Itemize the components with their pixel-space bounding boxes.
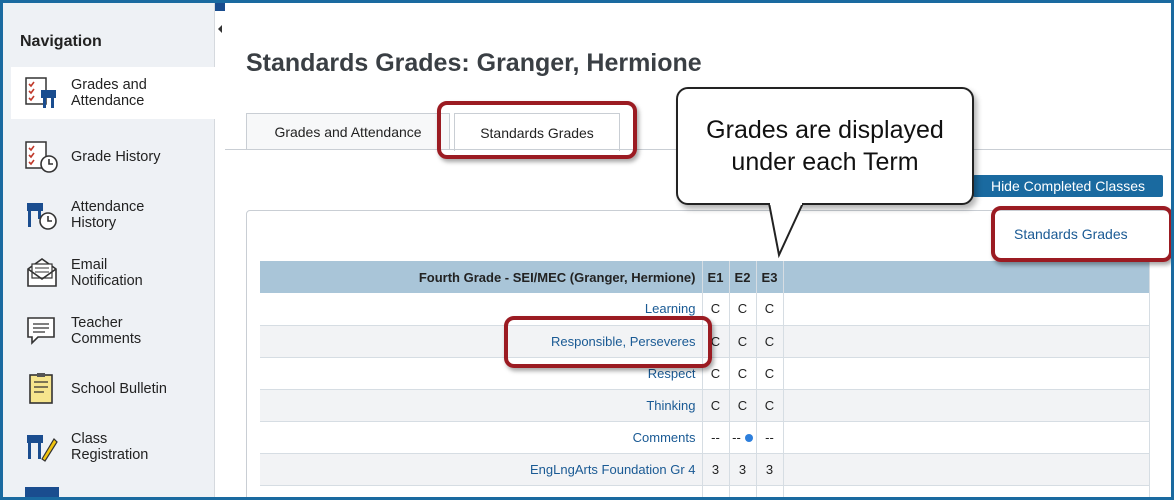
row-filler xyxy=(783,293,1150,326)
table-row: EngLngArts Foundation Gr 4 3 3 3 xyxy=(260,453,1150,486)
grade-cell: 3 xyxy=(756,453,784,486)
table-row xyxy=(260,485,1150,497)
grade-cell-text: -- xyxy=(732,429,741,445)
standard-link[interactable]: Learning xyxy=(645,301,696,316)
row-filler xyxy=(783,485,1150,497)
grade-cell: 3 xyxy=(729,453,757,486)
grades-attendance-icon xyxy=(23,74,61,112)
bulletin-icon xyxy=(23,370,61,408)
standard-link[interactable]: EngLngArts Foundation Gr 4 xyxy=(530,462,696,477)
sidebar-item-label: Attendance History xyxy=(71,199,145,231)
class-header: Fourth Grade - SEI/MEC (Granger, Hermion… xyxy=(260,261,703,293)
hide-completed-classes-button[interactable]: Hide Completed Classes xyxy=(973,175,1163,197)
row-filler xyxy=(783,325,1150,358)
comment-dot-icon[interactable] xyxy=(744,434,753,443)
grade-cell: C xyxy=(756,325,784,358)
term-header-e3: E3 xyxy=(756,261,784,293)
sidebar-item-teacher-comments[interactable]: Teacher Comments xyxy=(11,305,215,357)
grade-history-icon xyxy=(23,138,61,176)
grade-cell xyxy=(729,485,757,497)
grade-cell: C xyxy=(756,293,784,326)
header-filler xyxy=(783,261,1150,293)
comments-icon xyxy=(23,312,61,350)
sidebar-item-label: Grade History xyxy=(71,149,161,165)
grade-cell: C xyxy=(756,357,784,390)
grade-cell: -- xyxy=(702,421,730,454)
sidebar-item-class-registration[interactable]: Class Registration xyxy=(11,421,215,473)
tab-grades-attendance[interactable]: Grades and Attendance xyxy=(246,113,450,150)
collapse-sidebar-toggle[interactable] xyxy=(215,3,225,43)
highlight-responsible-row xyxy=(504,316,712,368)
highlight-standards-link xyxy=(991,206,1171,262)
grade-cell: C xyxy=(756,389,784,422)
grade-cell: -- xyxy=(756,421,784,454)
row-filler xyxy=(783,389,1150,422)
grade-cell: C xyxy=(729,293,757,326)
standards-grades-table: Fourth Grade - SEI/MEC (Granger, Hermion… xyxy=(260,261,1150,497)
grade-cell: 3 xyxy=(702,453,730,486)
sidebar-item-school-bulletin[interactable]: School Bulletin xyxy=(11,363,215,415)
sidebar-item-label: Email Notification xyxy=(71,257,143,289)
term-header-e1: E1 xyxy=(702,261,730,293)
callout-bubble: Grades are displayed under each Term xyxy=(676,87,974,205)
sidebar-item-email-notification[interactable]: Email Notification xyxy=(11,247,215,299)
row-filler xyxy=(783,357,1150,390)
sidebar-item-grade-history[interactable]: Grade History xyxy=(11,131,215,183)
grade-cell: C xyxy=(729,357,757,390)
callout-tail xyxy=(768,203,804,259)
grade-cell-comment[interactable]: -- xyxy=(729,421,757,454)
sidebar-item-grades-attendance[interactable]: Grades and Attendance xyxy=(11,67,215,119)
sidebar-item-attendance-history[interactable]: Attendance History xyxy=(11,189,215,241)
attendance-history-icon xyxy=(23,196,61,234)
standard-link[interactable]: Comments xyxy=(633,430,696,445)
row-filler xyxy=(783,421,1150,454)
page-title: Standards Grades: Granger, Hermione xyxy=(246,49,702,77)
grade-cell xyxy=(702,485,730,497)
table-header-row: Fourth Grade - SEI/MEC (Granger, Hermion… xyxy=(260,261,1150,293)
nav-title: Navigation xyxy=(20,33,102,50)
standard-link[interactable]: Thinking xyxy=(646,398,695,413)
sidebar: Navigation Grades and Attendance Grade H… xyxy=(3,3,215,497)
grade-cell: C xyxy=(702,389,730,422)
grade-cell: C xyxy=(729,389,757,422)
highlight-standards-tab xyxy=(437,101,637,159)
sidebar-item-label: Grades and Attendance xyxy=(71,77,147,109)
row-filler xyxy=(783,453,1150,486)
callout-text: Grades are displayed under each Term xyxy=(706,116,944,176)
sidebar-item-label: Class Registration xyxy=(71,431,149,463)
sidebar-partial-icon xyxy=(25,487,59,497)
term-header-e2: E2 xyxy=(729,261,757,293)
email-icon xyxy=(23,254,61,292)
sidebar-item-label: School Bulletin xyxy=(71,381,167,397)
table-row: Thinking C C C xyxy=(260,389,1150,422)
sidebar-item-label: Teacher Comments xyxy=(71,315,142,347)
class-registration-icon xyxy=(23,428,61,466)
table-row: Comments -- -- -- xyxy=(260,421,1150,454)
grade-cell xyxy=(756,485,784,497)
grade-cell: C xyxy=(729,325,757,358)
